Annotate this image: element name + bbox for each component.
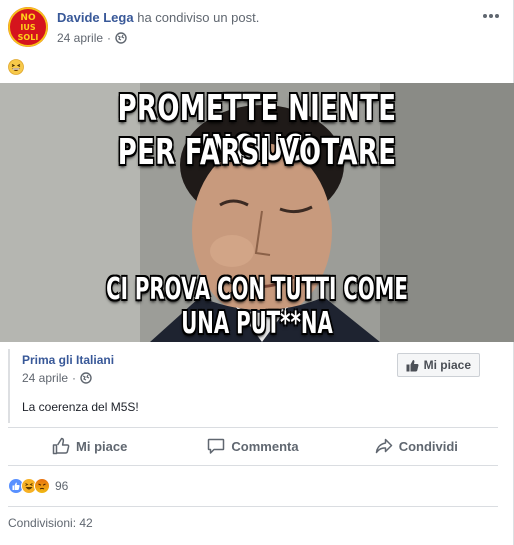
meme-caption-line-3: CI PROVA CON TUTTI COME UNA PUT**NA: [106, 272, 408, 341]
avatar-logo-text-2: IUS: [20, 23, 35, 32]
meta-separator: ·: [72, 371, 77, 385]
comment-button-label: Commenta: [231, 438, 299, 454]
more-dot-icon: [495, 14, 499, 18]
divider: [8, 465, 498, 466]
facebook-post: NO IUS SOLI Davide Lega ha condiviso un …: [0, 0, 514, 545]
post-date[interactable]: 24 aprile: [57, 31, 103, 45]
reaction-count: 96: [55, 479, 69, 493]
globe-icon[interactable]: [115, 32, 127, 44]
globe-icon[interactable]: [80, 372, 92, 384]
avatar-logo-text-1: NO: [20, 13, 36, 23]
shared-page-name[interactable]: Prima gli Italiani: [22, 353, 114, 367]
post-action-bar: Mi piace Commenta Condividi: [8, 428, 498, 464]
meme-caption-line-2: PER FARSI VOTARE: [117, 132, 397, 173]
shared-post-meta: 24 aprile ·: [22, 371, 92, 385]
share-button-label: Condividi: [398, 438, 458, 454]
share-arrow-icon: [375, 438, 392, 454]
author-action-text: ha condiviso un post.: [137, 10, 260, 25]
author-name[interactable]: Davide Lega: [57, 10, 134, 25]
post-header: Davide Lega ha condiviso un post.: [57, 10, 259, 25]
like-button-label: Mi piace: [76, 438, 128, 454]
comment-button[interactable]: Commenta: [171, 428, 334, 464]
shared-post-date[interactable]: 24 aprile: [22, 371, 68, 385]
grinning-squinting-face-emoji: [8, 59, 24, 75]
shared-post-text: La coerenza del M5S!: [22, 400, 139, 414]
share-button[interactable]: Condividi: [335, 428, 498, 464]
like-button[interactable]: Mi piace: [8, 428, 171, 464]
like-page-button[interactable]: Mi piace: [396, 353, 480, 377]
more-dot-icon: [483, 14, 487, 18]
post-meta: 24 aprile ·: [57, 31, 127, 45]
comment-icon: [208, 438, 225, 454]
thumbs-up-icon: [406, 359, 419, 371]
meme-image[interactable]: PROMETTE NIENTE INCIUCI PER FARSI VOTARE…: [0, 83, 514, 342]
more-dot-icon: [489, 14, 493, 18]
avatar-logo-text-3: SOLI: [18, 33, 39, 42]
shares-count[interactable]: Condivisioni: 42: [8, 516, 93, 530]
angry-reaction-icon: [34, 478, 50, 494]
author-avatar[interactable]: NO IUS SOLI: [8, 7, 48, 47]
shared-post-card: Prima gli Italiani 24 aprile · Mi piace …: [8, 349, 498, 423]
like-page-label: Mi piace: [423, 358, 471, 372]
reactions-summary[interactable]: 96: [8, 478, 68, 494]
divider: [8, 506, 498, 507]
thumbs-up-outline-icon: [52, 437, 70, 455]
meta-separator: ·: [107, 31, 112, 45]
post-options-button[interactable]: [481, 8, 501, 24]
